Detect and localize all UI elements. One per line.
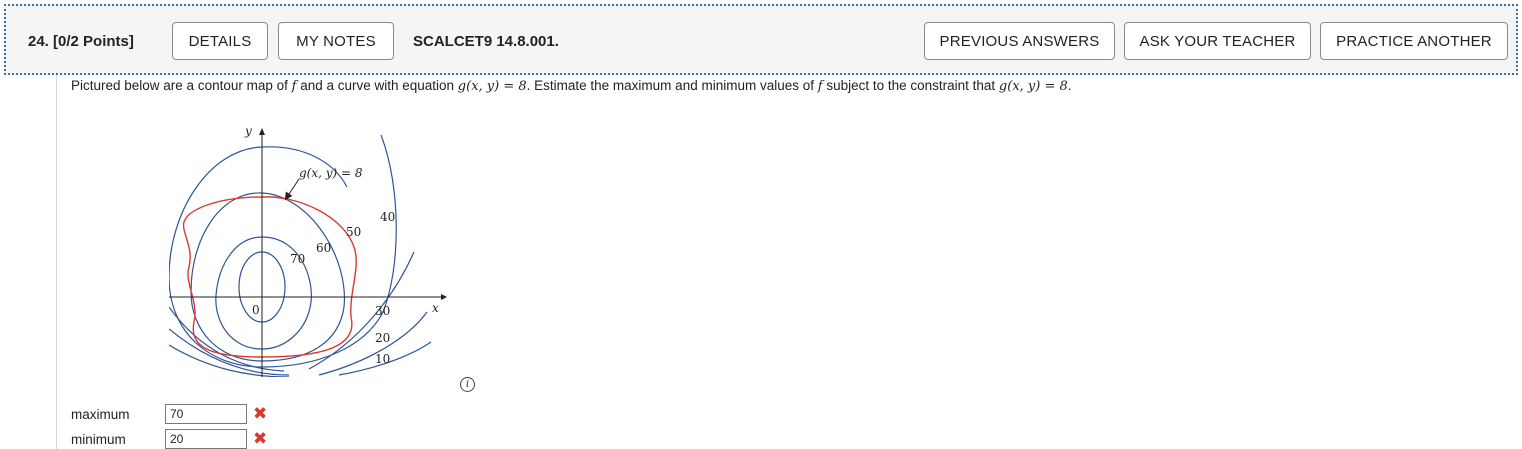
contour-label-70: 70: [290, 252, 305, 266]
points-label: [0/2 Points]: [53, 33, 134, 50]
contour-label-40: 40: [380, 210, 395, 224]
contour-label-60: 60: [316, 241, 331, 255]
ask-teacher-button[interactable]: ASK YOUR TEACHER: [1124, 22, 1311, 60]
incorrect-x-icon: ✖: [253, 428, 268, 449]
contour-label-50: 50: [346, 225, 361, 239]
curve-label: g(x, y) = 8: [299, 166, 363, 180]
question-number: 24. [0/2 Points]: [28, 33, 134, 50]
maximum-label: maximum: [71, 406, 130, 422]
contour-10: [169, 341, 432, 377]
problem-reference: SCALCET9 14.8.001.: [413, 33, 559, 50]
question-body: Pictured below are a contour map of f an…: [56, 75, 1522, 449]
info-icon[interactable]: i: [460, 377, 475, 392]
constraint-curve: [182, 196, 357, 358]
contour-label-10: 10: [375, 352, 390, 366]
contour-map-figure: y x 0 g(x, y) = 8 70 60 50 40 30 20 10: [169, 124, 447, 377]
details-button[interactable]: DETAILS: [172, 22, 268, 60]
contour-label-30: 30: [375, 304, 390, 318]
previous-answers-button[interactable]: PREVIOUS ANSWERS: [924, 22, 1115, 60]
question-header: 24. [0/2 Points] DETAILS MY NOTES SCALCE…: [4, 4, 1518, 75]
my-notes-button[interactable]: MY NOTES: [278, 22, 394, 60]
contour-label-20: 20: [375, 331, 390, 345]
origin-label: 0: [252, 303, 260, 317]
x-axis-label: x: [432, 301, 439, 315]
minimum-row: minimum ✖: [71, 429, 267, 449]
minimum-input[interactable]: [165, 429, 247, 449]
maximum-row: maximum ✖: [71, 404, 267, 424]
minimum-label: minimum: [71, 431, 126, 447]
contour-50: [190, 192, 345, 362]
maximum-input[interactable]: [165, 404, 247, 424]
incorrect-x-icon: ✖: [253, 403, 268, 424]
y-axis-label: y: [244, 124, 252, 138]
practice-another-button[interactable]: PRACTICE ANOTHER: [1320, 22, 1508, 60]
question-prompt: Pictured below are a contour map of f an…: [71, 78, 1072, 94]
